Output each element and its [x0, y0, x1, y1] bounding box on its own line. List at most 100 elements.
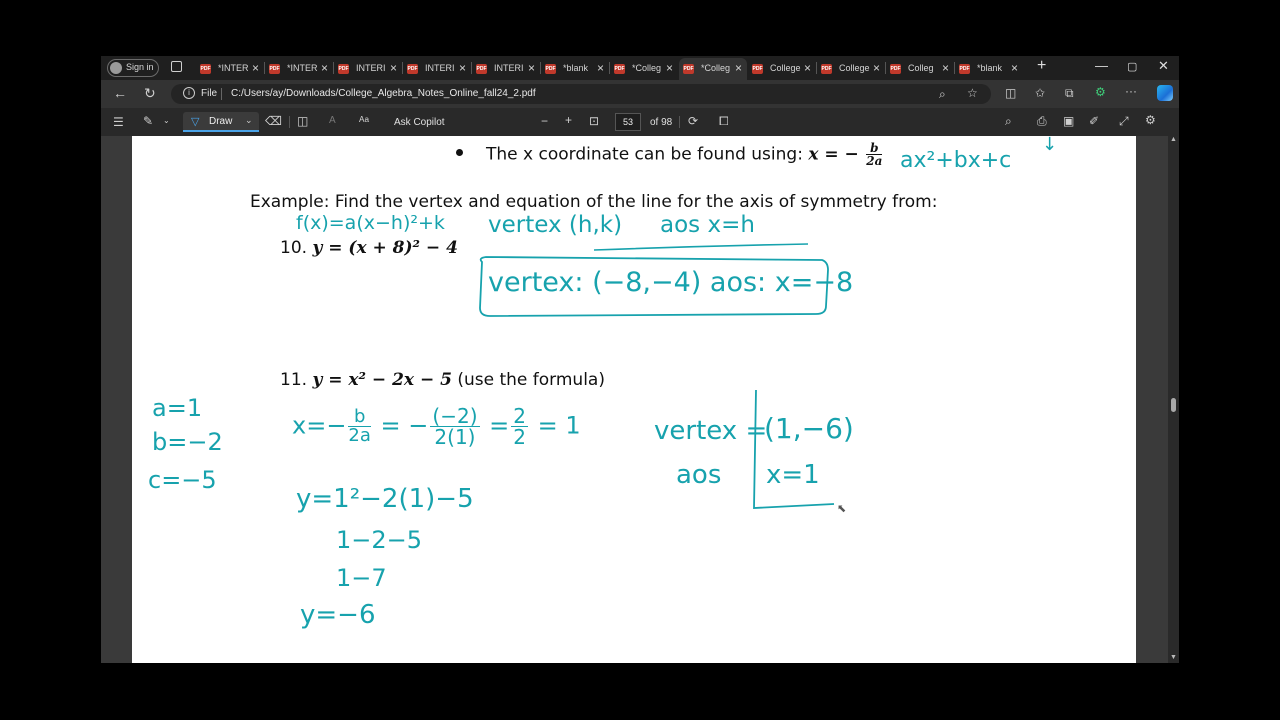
hw-answer-10: vertex: (−8,−4) aos: x=−8	[488, 267, 854, 298]
hw-vertex-form: f(x)=a(x−h)²+k	[296, 212, 445, 234]
formula-lhs: x = −	[808, 144, 859, 165]
browser-tab[interactable]: PDF *INTER ×	[196, 58, 264, 80]
collections-icon[interactable]: ⧉	[1065, 86, 1074, 101]
tab-title: *blank	[977, 63, 1003, 73]
pdf-file-icon: PDF	[545, 64, 556, 74]
problem-10: 10. y = (x + 8)² − 4	[280, 238, 458, 258]
info-icon[interactable]: i	[183, 87, 195, 99]
print-icon[interactable]: ⎙	[1037, 114, 1047, 129]
zoom-icon[interactable]: ⌕	[939, 87, 946, 102]
page-view-icon[interactable]: ⧠	[719, 114, 729, 129]
tab-title: *INTER	[218, 63, 249, 73]
contents-icon[interactable]: ☰	[113, 115, 124, 129]
minimize-icon[interactable]: —	[1095, 58, 1108, 73]
pdf-page[interactable]: The x coordinate can be found using: x =…	[132, 136, 1136, 663]
bullet-text: The x coordinate can be found using: x =…	[486, 141, 883, 168]
browser-tab[interactable]: PDF INTERI ×	[403, 58, 471, 80]
copilot-icon[interactable]	[1157, 85, 1173, 101]
close-tab-icon[interactable]: ×	[942, 61, 949, 75]
favorite-star-icon[interactable]: ☆	[967, 86, 978, 100]
scrollbar[interactable]: ▲ ▼	[1168, 136, 1179, 663]
tab-title: College	[839, 63, 870, 73]
highlight-chevron-icon[interactable]: ⌄	[163, 116, 170, 125]
close-tab-icon[interactable]: ×	[390, 61, 397, 75]
pdf-viewer[interactable]: The x coordinate can be found using: x =…	[101, 136, 1179, 663]
browser-tab[interactable]: PDF College ×	[748, 58, 816, 80]
zoom-out-icon[interactable]: −	[541, 114, 548, 128]
browser-tab[interactable]: PDF *blank ×	[541, 58, 609, 80]
sign-in-button[interactable]: Sign in	[107, 59, 159, 77]
close-tab-icon[interactable]: ×	[804, 61, 811, 75]
hw-vertex-value: (1,−6)	[764, 412, 854, 445]
scrollbar-thumb[interactable]	[1171, 398, 1176, 412]
browser-tab[interactable]: PDF *Colleg ×	[679, 58, 747, 80]
browser-tab[interactable]: PDF *blank ×	[955, 58, 1023, 80]
back-icon[interactable]: ←	[113, 85, 127, 101]
close-tab-icon[interactable]: ×	[873, 61, 880, 75]
close-tab-icon[interactable]: ×	[735, 61, 742, 75]
tab-strip: Sign in PDF *INTER × PDF *INTER × PDF INTERI × PD…	[101, 56, 1179, 80]
url-text[interactable]: C:/Users/ay/Downloads/College_Algebra_No…	[231, 88, 536, 99]
browser-tab[interactable]: PDF *Colleg ×	[610, 58, 678, 80]
hw-result-bracket	[753, 389, 835, 509]
hw-standard-form: ax²+bx+c	[900, 148, 1012, 173]
address-bar[interactable]: i File C:/Users/ay/Downloads/College_Alg…	[171, 84, 991, 104]
close-tab-icon[interactable]: ×	[666, 61, 673, 75]
browser-tab[interactable]: PDF College ×	[817, 58, 885, 80]
close-tab-icon[interactable]: ×	[252, 61, 259, 75]
pdf-file-icon: PDF	[200, 64, 211, 74]
pdf-file-icon: PDF	[269, 64, 280, 74]
close-tab-icon[interactable]: ×	[459, 61, 466, 75]
tab-title: College	[770, 63, 801, 73]
save-as-icon[interactable]: ✐	[1089, 114, 1099, 128]
split-screen-icon[interactable]: ◫	[1005, 86, 1016, 100]
highlight-icon[interactable]: ✎	[143, 114, 153, 128]
rotate-icon[interactable]: ⟳	[688, 114, 698, 128]
tab-actions-icon[interactable]	[171, 61, 182, 72]
eraser-icon[interactable]: ⌫	[265, 114, 282, 128]
draw-button[interactable]: ▽ Draw ⌄	[183, 112, 259, 132]
favorites-icon[interactable]: ✩	[1035, 86, 1045, 100]
pdf-toolbar: ☰ ✎ ⌄ ▽ Draw ⌄ ⌫ ◫ A ᴬᵃ Ask Copilot − + …	[101, 108, 1179, 136]
tab-title: *Colleg	[632, 63, 662, 73]
browser-tab[interactable]: PDF *INTER ×	[265, 58, 333, 80]
refresh-icon[interactable]: ↻	[144, 85, 156, 102]
pdf-file-icon: PDF	[959, 64, 970, 74]
page-number-input[interactable]: 53	[615, 113, 641, 131]
pdf-file-icon: PDF	[890, 64, 901, 74]
fullscreen-icon[interactable]: ⤢	[1119, 114, 1129, 129]
extension-icon[interactable]: ⚙	[1095, 85, 1106, 99]
avatar-icon	[110, 62, 122, 74]
hw-aos-value: x=1	[766, 460, 820, 490]
example-heading: Example: Find the vertex and equation of…	[250, 192, 938, 212]
pdf-file-icon: PDF	[821, 64, 832, 74]
ask-copilot-button[interactable]: Ask Copilot	[394, 117, 445, 128]
browser-tab[interactable]: PDF Colleg ×	[886, 58, 954, 80]
hw-coef-b: b=−2	[152, 428, 223, 456]
close-tab-icon[interactable]: ×	[597, 61, 604, 75]
text-icon[interactable]: A	[329, 115, 336, 126]
view-icon[interactable]: ◫	[297, 114, 308, 128]
save-icon[interactable]: ▣	[1063, 114, 1074, 128]
scroll-up-icon[interactable]: ▲	[1170, 136, 1177, 143]
close-tab-icon[interactable]: ×	[528, 61, 535, 75]
more-menu-icon[interactable]: ···	[1125, 84, 1137, 98]
zoom-in-icon[interactable]: +	[565, 113, 572, 127]
new-tab-button[interactable]: +	[1037, 57, 1046, 75]
scroll-down-icon[interactable]: ▼	[1170, 654, 1177, 661]
close-tab-icon[interactable]: ×	[1011, 61, 1018, 75]
tab-title: *blank	[563, 63, 589, 73]
hw-y-line3: 1−7	[336, 564, 387, 592]
browser-tab[interactable]: PDF INTERI ×	[472, 58, 540, 80]
settings-gear-icon[interactable]: ⚙	[1145, 113, 1156, 127]
browser-tab[interactable]: PDF INTERI ×	[334, 58, 402, 80]
read-aloud-icon[interactable]: ᴬᵃ	[359, 114, 369, 128]
pdf-file-icon: PDF	[407, 64, 418, 74]
fit-page-icon[interactable]: ⊡	[589, 114, 599, 128]
hw-y-line1: y=1²−2(1)−5	[296, 484, 474, 514]
maximize-icon[interactable]: ▢	[1127, 60, 1137, 73]
close-tab-icon[interactable]: ×	[321, 61, 328, 75]
search-icon[interactable]: ⌕	[1005, 114, 1012, 129]
pdf-file-icon: PDF	[338, 64, 349, 74]
close-window-icon[interactable]: ✕	[1158, 58, 1169, 74]
